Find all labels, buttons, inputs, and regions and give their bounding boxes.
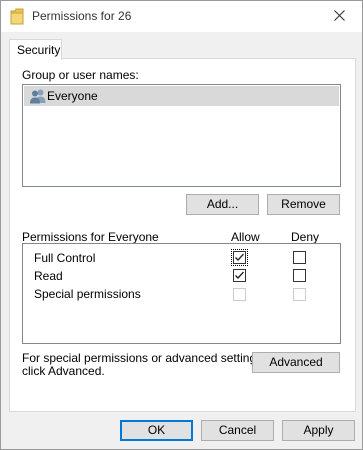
checkmark-icon: [235, 253, 244, 261]
deny-checkbox-special: [293, 288, 306, 301]
permissions-header-label: Permissions for Everyone: [22, 230, 159, 244]
advanced-button[interactable]: Advanced: [252, 352, 340, 373]
allow-checkbox-special: [233, 288, 246, 301]
ok-button[interactable]: OK: [120, 420, 193, 441]
apply-button[interactable]: Apply: [282, 420, 355, 441]
deny-checkbox-full-control[interactable]: [293, 251, 306, 264]
list-item-label: Everyone: [47, 89, 98, 103]
permission-label-read: Read: [34, 269, 63, 283]
advanced-help-text-line2: click Advanced.: [22, 364, 105, 378]
allow-column-header: Allow: [231, 230, 260, 244]
allow-checkbox-read[interactable]: [233, 269, 246, 282]
users-icon: [29, 88, 47, 104]
deny-checkbox-read[interactable]: [293, 269, 306, 282]
advanced-help-text-line1: For special permissions or advanced sett…: [22, 351, 266, 365]
allow-checkbox-full-control[interactable]: [231, 249, 248, 266]
add-button[interactable]: Add...: [186, 194, 259, 215]
group-user-listbox[interactable]: Everyone: [22, 84, 341, 187]
group-names-label: Group or user names:: [22, 68, 139, 82]
permission-label-special: Special permissions: [34, 287, 141, 301]
cancel-button[interactable]: Cancel: [201, 420, 274, 441]
deny-column-header: Deny: [291, 230, 320, 244]
remove-button[interactable]: Remove: [267, 194, 340, 215]
list-item[interactable]: Everyone: [24, 86, 339, 106]
checkmark-icon: [235, 271, 244, 279]
permission-label-full-control: Full Control: [34, 251, 96, 265]
